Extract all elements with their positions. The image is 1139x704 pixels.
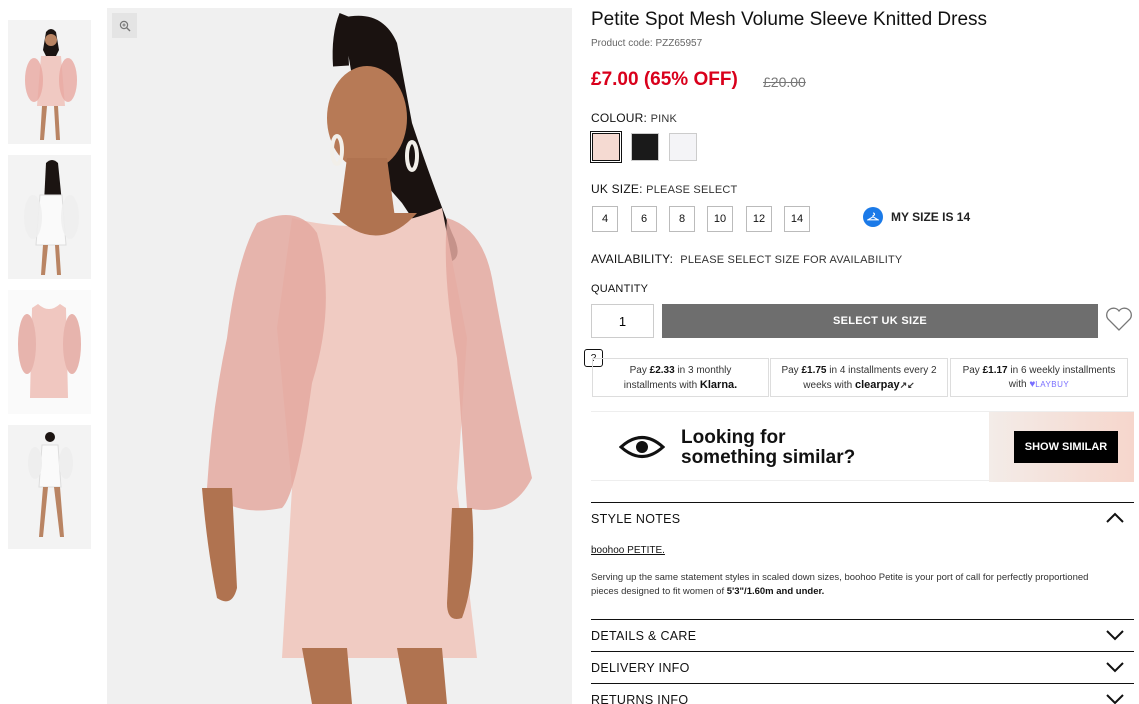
- chevron-down-icon: [1106, 630, 1124, 641]
- size-label: UK SIZE: PLEASE SELECT: [591, 182, 738, 196]
- style-notes-description: Serving up the same statement styles in …: [591, 572, 1089, 597]
- thumbnail-flat[interactable]: [8, 290, 91, 414]
- original-price: £20.00: [763, 74, 806, 90]
- klarna-logo: Klarna.: [699, 379, 738, 391]
- availability-value: PLEASE SELECT SIZE FOR AVAILABILITY: [680, 254, 903, 266]
- clearpay-arrows-icon: ↗↙: [899, 380, 915, 390]
- colour-label: COLOUR: PINK: [591, 111, 678, 125]
- details-care-accordion[interactable]: DETAILS & CARE: [591, 619, 1134, 651]
- sale-price: £7.00 (65% OFF): [591, 69, 738, 90]
- product-title: Petite Spot Mesh Volume Sleeve Knitted D…: [591, 9, 988, 30]
- clearpay-logo: clearpay: [854, 379, 900, 391]
- size-option-12[interactable]: 12: [746, 206, 772, 232]
- klarna-option[interactable]: Pay £2.33 in 3 monthly installments with…: [592, 358, 769, 397]
- chevron-down-icon: [1106, 694, 1124, 704]
- brand-link[interactable]: boohoo PETITE.: [591, 545, 665, 556]
- thumbnail-front[interactable]: [8, 20, 91, 144]
- clearpay-option[interactable]: Pay £1.75 in 4 installments every 2 week…: [770, 358, 948, 397]
- add-to-bag-button[interactable]: SELECT UK SIZE: [662, 304, 1098, 338]
- size-option-6[interactable]: 6: [631, 206, 657, 232]
- swatch-pink[interactable]: [590, 131, 622, 163]
- zoom-icon: [119, 20, 130, 31]
- chevron-down-icon: [1106, 662, 1124, 673]
- heart-icon: [1106, 307, 1132, 331]
- quantity-label: QUANTITY: [591, 283, 649, 295]
- show-similar-button[interactable]: SHOW SIMILAR: [1014, 431, 1118, 463]
- size-option-4[interactable]: 4: [592, 206, 618, 232]
- my-size-button[interactable]: MY SIZE IS 14: [863, 207, 970, 227]
- product-code: Product code: PZZ65957: [591, 38, 703, 49]
- delivery-info-heading: DELIVERY INFO: [591, 661, 690, 675]
- quantity-input[interactable]: [591, 304, 654, 338]
- returns-info-heading: RETURNS INFO: [591, 693, 689, 704]
- swatch-black[interactable]: [631, 133, 659, 161]
- returns-info-accordion[interactable]: RETURNS INFO: [591, 683, 1134, 704]
- chevron-up-icon: [1106, 512, 1124, 523]
- thumbnail-full[interactable]: [8, 425, 91, 549]
- swatch-white[interactable]: [669, 133, 697, 161]
- wishlist-button[interactable]: [1105, 306, 1133, 337]
- style-notes-accordion[interactable]: STYLE NOTES: [591, 502, 1134, 534]
- delivery-info-accordion[interactable]: DELIVERY INFO: [591, 651, 1134, 683]
- laybuy-option[interactable]: Pay £1.17 in 6 weekly installments with …: [950, 358, 1128, 397]
- thumbnail-back[interactable]: [8, 155, 91, 279]
- thumbnail-list: [8, 20, 91, 560]
- eye-icon: [619, 436, 665, 458]
- style-notes-heading: STYLE NOTES: [591, 512, 681, 526]
- colour-value: PINK: [650, 113, 678, 125]
- size-option-10[interactable]: 10: [707, 206, 733, 232]
- product-main-image[interactable]: [107, 8, 572, 704]
- size-option-8[interactable]: 8: [669, 206, 695, 232]
- details-care-heading: DETAILS & CARE: [591, 629, 697, 643]
- laybuy-logo: LAYBUY: [1035, 380, 1070, 389]
- shop-similar-banner: Looking for something similar? SHOW SIMI…: [591, 411, 1134, 482]
- zoom-button[interactable]: [112, 13, 137, 38]
- hanger-icon: [863, 207, 883, 227]
- size-value: PLEASE SELECT: [646, 184, 738, 196]
- similar-heading: Looking for something similar?: [681, 427, 856, 468]
- model-photo: [107, 8, 572, 704]
- size-option-14[interactable]: 14: [784, 206, 810, 232]
- availability-label: AVAILABILITY: PLEASE SELECT SIZE FOR AVA…: [591, 252, 903, 266]
